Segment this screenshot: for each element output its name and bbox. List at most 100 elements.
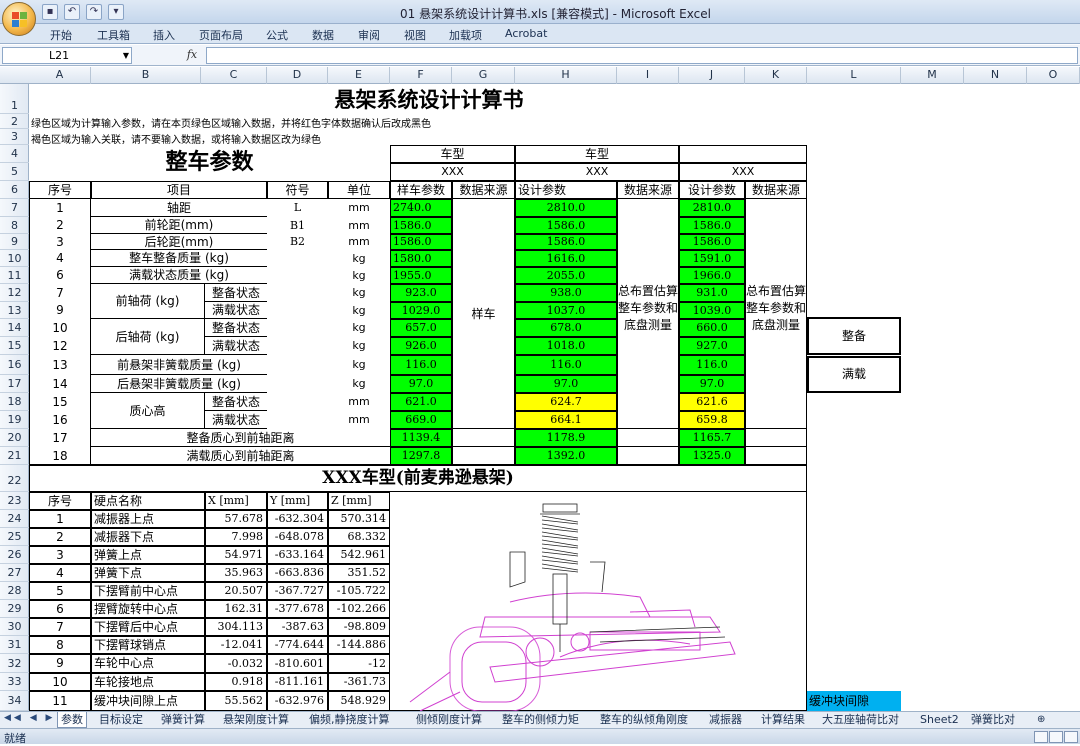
header-data-source-k[interactable]: 数据来源: [745, 181, 807, 199]
hp-y[interactable]: -632.304: [267, 510, 328, 528]
row-header[interactable]: 28: [0, 582, 29, 600]
hp-y[interactable]: -387.63: [267, 618, 328, 636]
data-source-empty[interactable]: [452, 429, 515, 447]
hp-seq[interactable]: 7: [29, 618, 91, 636]
design-param-value[interactable]: 1018.0: [515, 337, 617, 355]
param-seq[interactable]: 13: [29, 355, 91, 375]
row-header[interactable]: 6: [0, 181, 29, 199]
hp-header-y[interactable]: Y [mm]: [267, 492, 328, 510]
full-load-button[interactable]: 满载: [807, 356, 901, 393]
param-item[interactable]: 前轴荷 (kg): [91, 284, 205, 319]
param-item[interactable]: 满载状态质量 (kg): [91, 267, 267, 284]
param-symbol[interactable]: L: [267, 199, 328, 217]
row-header[interactable]: 10: [0, 250, 29, 267]
sample-param-value[interactable]: 923.0: [390, 284, 452, 302]
row-header[interactable]: 27: [0, 564, 29, 582]
sample-param-value[interactable]: 1955.0: [390, 267, 452, 284]
hp-seq[interactable]: 6: [29, 600, 91, 618]
row-header[interactable]: 20: [0, 429, 29, 447]
design-param-value[interactable]: 1586.0: [515, 234, 617, 250]
hp-name[interactable]: 下摆臂后中心点: [91, 618, 205, 636]
param-item[interactable]: 后轴荷 (kg): [91, 319, 205, 355]
row-header[interactable]: 14: [0, 319, 29, 337]
param-unit[interactable]: kg: [328, 355, 390, 375]
row-header[interactable]: 5: [0, 163, 29, 181]
col-header-f[interactable]: F: [390, 67, 452, 84]
row-header[interactable]: 19: [0, 411, 29, 429]
row-header[interactable]: 23: [0, 492, 29, 510]
sheet-tab[interactable]: 整车的纵倾角刚度: [597, 712, 691, 728]
hp-y[interactable]: -367.727: [267, 582, 328, 600]
col-header-o[interactable]: O: [1027, 67, 1080, 84]
section-vehicle-params[interactable]: 整车参数: [29, 145, 390, 181]
hp-name[interactable]: 车轮接地点: [91, 673, 205, 691]
param-seq[interactable]: 7: [29, 284, 91, 302]
model-name-f[interactable]: XXX: [390, 163, 515, 181]
param-item[interactable]: 轴距: [91, 199, 267, 217]
undo-icon[interactable]: ↶: [64, 4, 80, 20]
design-param-value[interactable]: 664.1: [515, 411, 617, 429]
hp-name[interactable]: 缓冲块间隙上点: [91, 691, 205, 711]
col-header-n[interactable]: N: [964, 67, 1027, 84]
row-header[interactable]: 9: [0, 234, 29, 250]
tab-toolbox[interactable]: 工具箱: [97, 27, 130, 43]
param-seq[interactable]: 14: [29, 375, 91, 393]
hp-y[interactable]: -663.836: [267, 564, 328, 582]
design-param-value[interactable]: 1178.9: [515, 429, 617, 447]
row-header[interactable]: 3: [0, 129, 29, 145]
sample-param-value[interactable]: 621.0: [390, 393, 452, 411]
sample-param-value[interactable]: 1297.8: [390, 447, 452, 465]
design-param-value[interactable]: 1586.0: [515, 217, 617, 234]
param-sub[interactable]: 满载状态: [205, 337, 267, 355]
col-header-i[interactable]: I: [617, 67, 679, 84]
hp-y[interactable]: -648.078: [267, 528, 328, 546]
param-unit[interactable]: kg: [328, 375, 390, 393]
row-header[interactable]: 31: [0, 636, 29, 654]
design-param-j-value[interactable]: 621.6: [679, 393, 745, 411]
hp-header-x[interactable]: X [mm]: [205, 492, 267, 510]
section-hardpoints[interactable]: XXX车型(前麦弗逊悬架): [29, 465, 807, 492]
param-sub[interactable]: 整备状态: [205, 319, 267, 337]
hp-x[interactable]: -12.041: [205, 636, 267, 654]
param-unit[interactable]: mm: [328, 411, 390, 429]
row-header[interactable]: 29: [0, 600, 29, 618]
design-param-value[interactable]: 2055.0: [515, 267, 617, 284]
model-name-j[interactable]: XXX: [679, 163, 807, 181]
param-seq[interactable]: 10: [29, 319, 91, 337]
design-param-value[interactable]: 1392.0: [515, 447, 617, 465]
formula-input[interactable]: [206, 47, 1078, 64]
design-param-j-value[interactable]: 1325.0: [679, 447, 745, 465]
col-header-j[interactable]: J: [679, 67, 745, 84]
sample-param-value[interactable]: 97.0: [390, 375, 452, 393]
header-symbol[interactable]: 符号: [267, 181, 328, 199]
office-button[interactable]: [2, 2, 36, 36]
hp-z[interactable]: -98.809: [328, 618, 390, 636]
data-source-empty[interactable]: [617, 429, 679, 447]
design-param-j-value[interactable]: 660.0: [679, 319, 745, 337]
hp-z[interactable]: -361.73: [328, 673, 390, 691]
hp-z[interactable]: -105.722: [328, 582, 390, 600]
tab-page-layout[interactable]: 页面布局: [199, 27, 243, 43]
page-break-view-icon[interactable]: [1064, 731, 1078, 743]
hp-name[interactable]: 减振器下点: [91, 528, 205, 546]
hp-header-seq[interactable]: 序号: [29, 492, 91, 510]
col-header-g[interactable]: G: [452, 67, 515, 84]
data-source-empty[interactable]: [617, 447, 679, 465]
hp-name[interactable]: 摆臂旋转中心点: [91, 600, 205, 618]
hp-x[interactable]: 0.918: [205, 673, 267, 691]
param-unit[interactable]: mm: [328, 217, 390, 234]
model-label-j-empty[interactable]: [679, 145, 807, 163]
hp-x[interactable]: 55.562: [205, 691, 267, 711]
sample-param-value[interactable]: 1586.0: [390, 234, 452, 250]
insert-function-icon[interactable]: fx: [178, 47, 206, 64]
hp-seq[interactable]: 5: [29, 582, 91, 600]
hp-x[interactable]: 7.998: [205, 528, 267, 546]
param-unit[interactable]: kg: [328, 250, 390, 267]
row-header[interactable]: 21: [0, 447, 29, 465]
page-layout-view-icon[interactable]: [1049, 731, 1063, 743]
col-header-h[interactable]: H: [515, 67, 617, 84]
name-box[interactable]: L21 ▼: [2, 47, 132, 64]
param-seq[interactable]: 4: [29, 250, 91, 267]
data-source-layout-k[interactable]: 总布置估算整车参数和底盘测量: [745, 199, 807, 429]
row-header[interactable]: 13: [0, 302, 29, 319]
